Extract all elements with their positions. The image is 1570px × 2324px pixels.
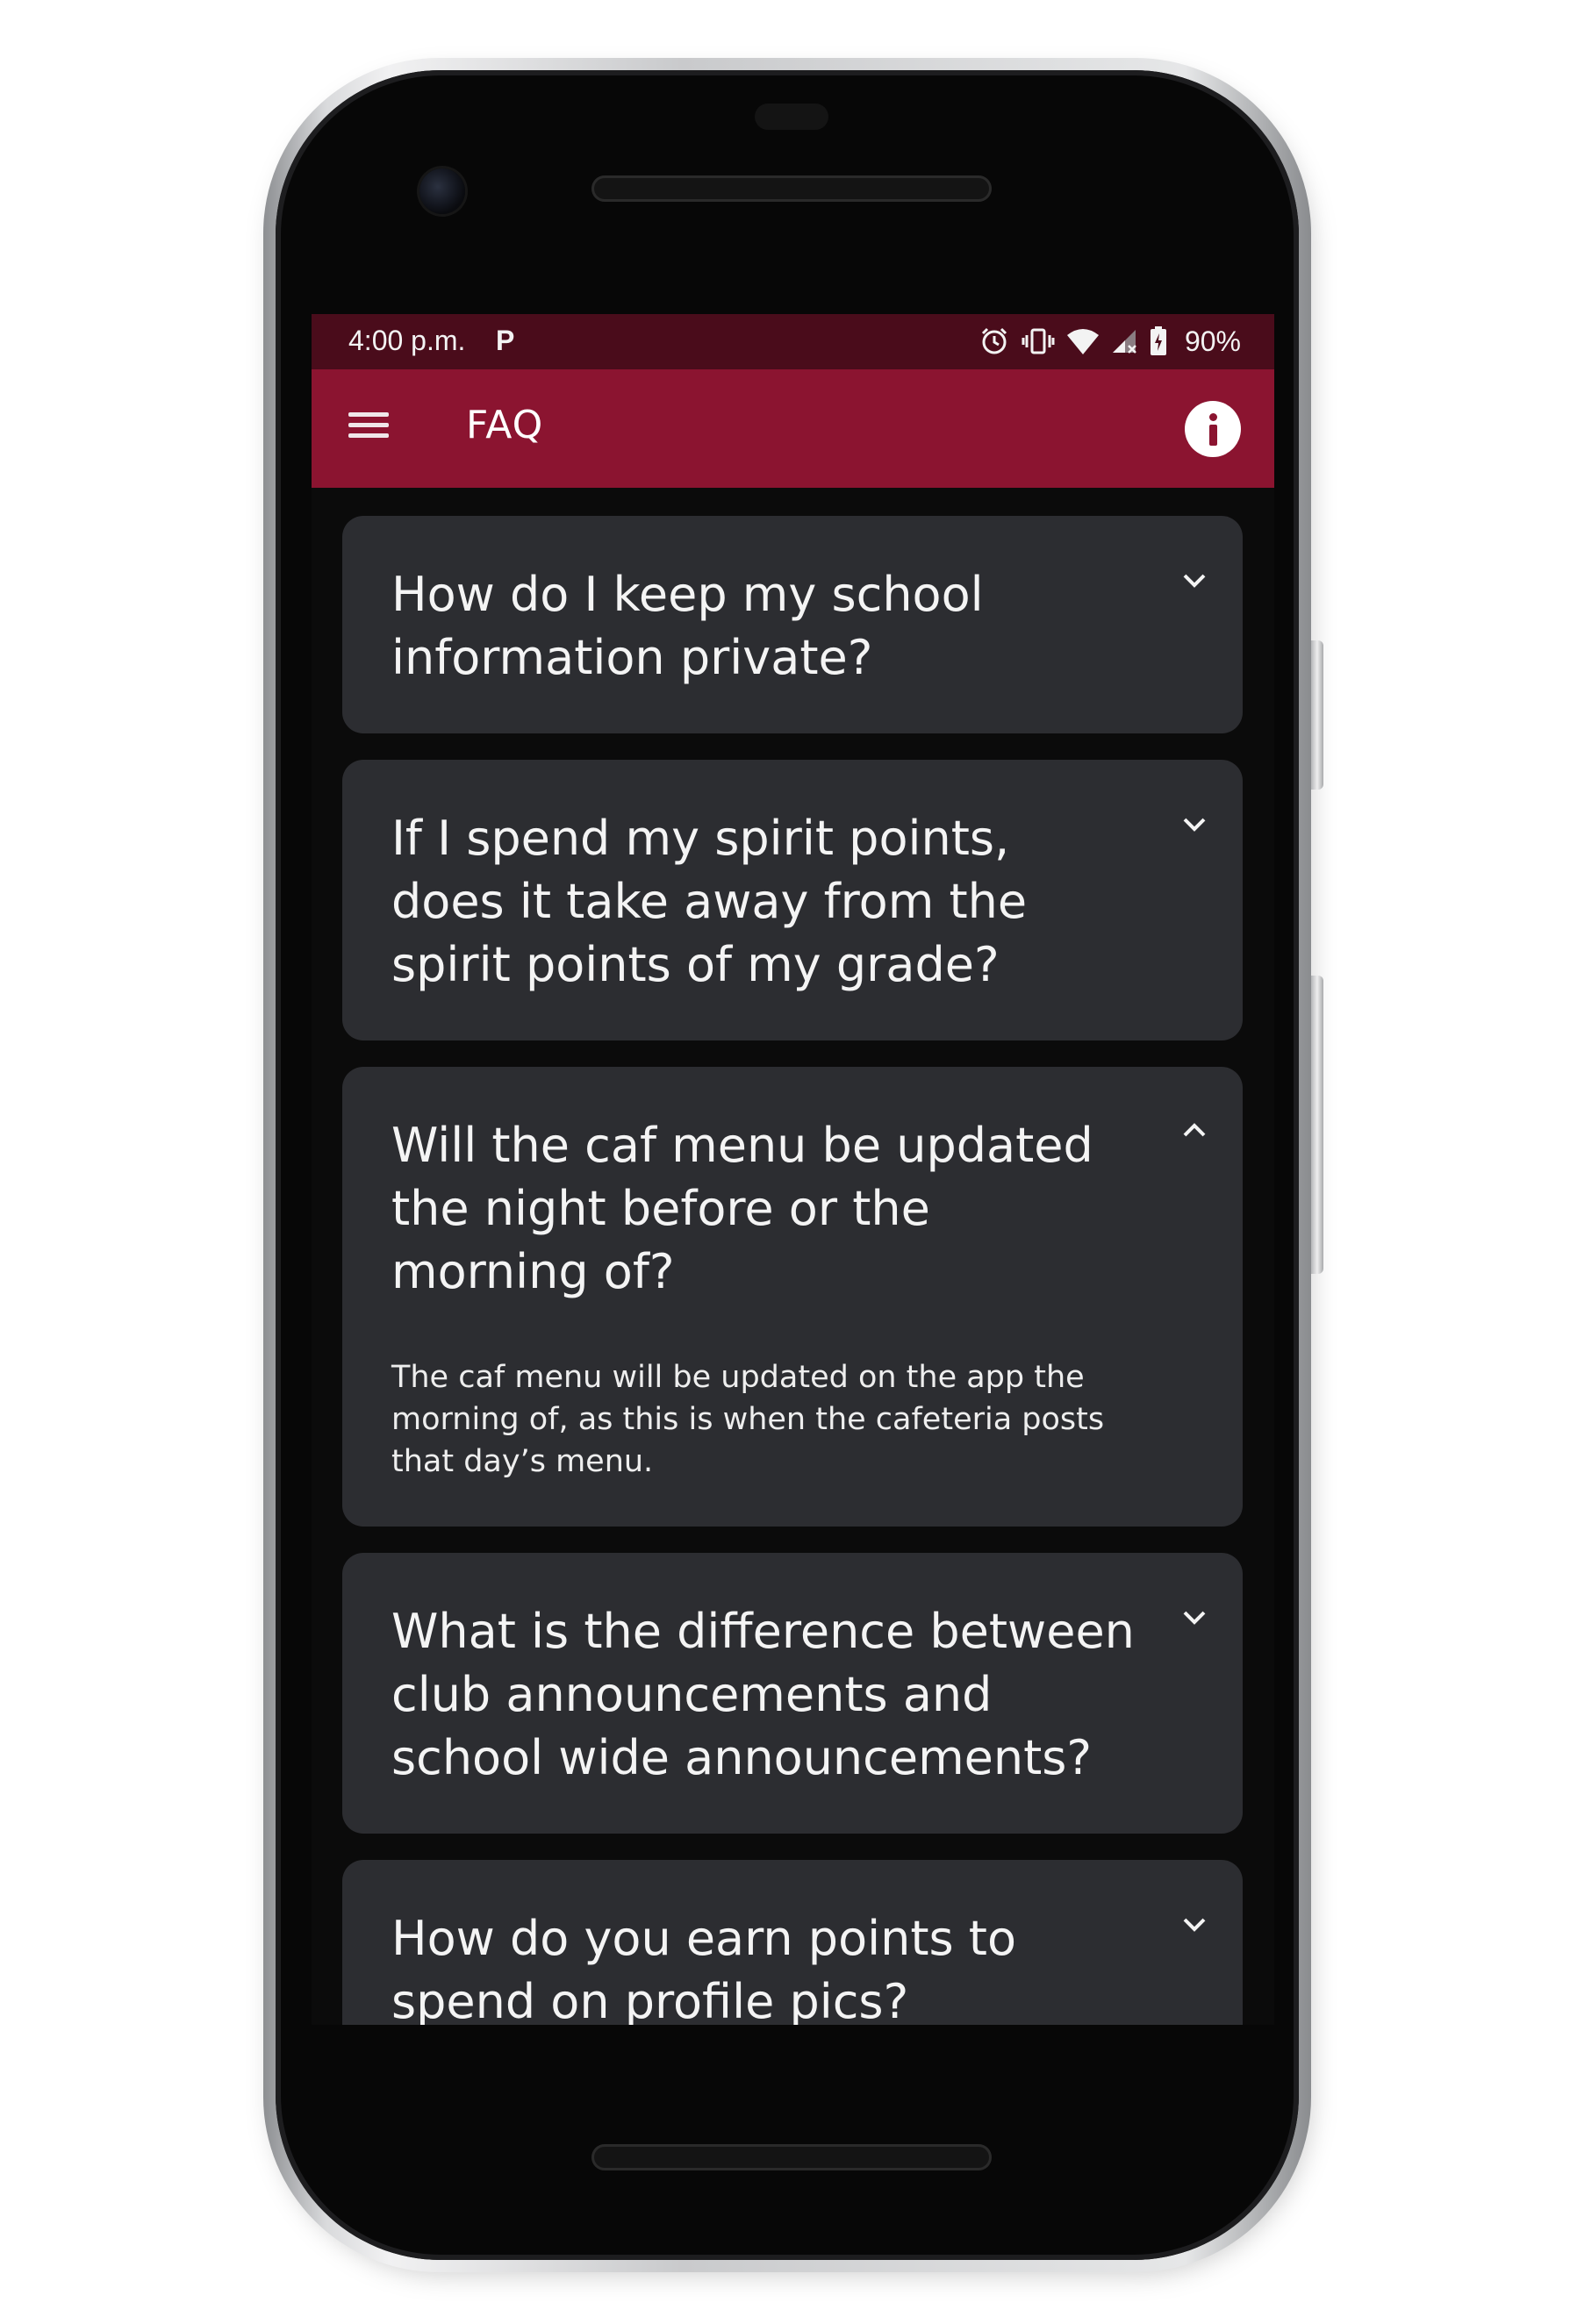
notification-p-icon: P: [496, 325, 515, 356]
faq-question: Will the caf menu be updated the night b…: [391, 1118, 1093, 1299]
faq-answer: The caf menu will be updated on the app …: [391, 1360, 1105, 1479]
faq-question: How do you earn points to spend on profi…: [391, 1911, 1017, 2025]
faq-item[interactable]: How do you earn points to spend on profi…: [342, 1860, 1243, 2025]
status-bar: 4:00 p.m. P 90%: [312, 314, 1274, 369]
page-title: FAQ: [466, 403, 544, 447]
chevron-down-icon[interactable]: [1179, 565, 1209, 595]
battery-icon: [1150, 326, 1167, 356]
battery-percent: 90%: [1184, 325, 1241, 357]
vibrate-icon: [1022, 326, 1055, 356]
volume-button: [1311, 976, 1323, 1274]
faq-item-expanded[interactable]: Will the caf menu be updated the night b…: [342, 1067, 1243, 1527]
faq-item[interactable]: If I spend my spirit points, does it tak…: [342, 760, 1243, 1040]
wifi-icon: [1066, 328, 1099, 354]
chevron-down-icon[interactable]: [1179, 809, 1209, 839]
alarm-icon: [979, 326, 1009, 356]
status-time: 4:00 p.m.: [348, 325, 466, 356]
front-camera-icon: [419, 168, 465, 214]
faq-list: How do I keep my school information priv…: [342, 516, 1243, 2025]
faq-item[interactable]: How do I keep my school information priv…: [342, 516, 1243, 733]
chevron-down-icon[interactable]: [1179, 1909, 1209, 1939]
info-icon[interactable]: [1185, 401, 1241, 457]
faq-question: If I spend my spirit points, does it tak…: [391, 811, 1028, 992]
proximity-sensor: [755, 104, 828, 130]
faq-question: How do I keep my school information priv…: [391, 567, 984, 685]
phone-screen: 4:00 p.m. P 90% FAQ How do I keep my sch…: [312, 314, 1274, 2025]
power-button: [1311, 640, 1323, 790]
bottom-speaker: [591, 2144, 992, 2170]
signal-icon: [1111, 328, 1137, 354]
hamburger-menu-icon[interactable]: [345, 406, 392, 450]
faq-item[interactable]: What is the difference between club anno…: [342, 1553, 1243, 1834]
faq-question: What is the difference between club anno…: [391, 1604, 1135, 1785]
app-bar: FAQ: [312, 369, 1274, 488]
status-icons: 90%: [979, 321, 1241, 361]
earpiece-speaker: [591, 175, 992, 202]
chevron-down-icon[interactable]: [1179, 1602, 1209, 1632]
chevron-up-icon[interactable]: [1179, 1116, 1209, 1146]
